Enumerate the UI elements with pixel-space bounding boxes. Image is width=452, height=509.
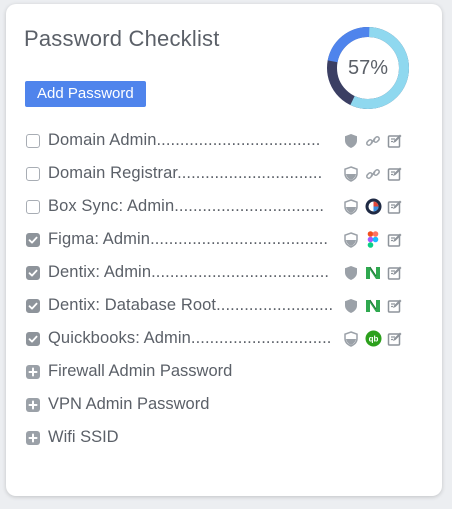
edit-icon[interactable]: [386, 231, 404, 249]
plus-icon[interactable]: [26, 430, 40, 445]
shield-solid-icon[interactable]: [342, 297, 360, 315]
edit-icon[interactable]: [386, 165, 404, 183]
password-row-label[interactable]: Quickbooks: Admin.......................…: [48, 329, 340, 348]
checkbox-checked[interactable]: [26, 298, 40, 313]
password-row-label[interactable]: Domain Registrar........................…: [48, 164, 340, 183]
password-checklist-card: Password Checklist Add Password 57% Doma…: [6, 4, 442, 496]
dentix-icon[interactable]: [364, 264, 382, 282]
shield-half-icon[interactable]: [342, 165, 360, 183]
suggestion-row[interactable]: Firewall Admin Password: [26, 355, 416, 388]
dentix-icon[interactable]: [364, 297, 382, 315]
password-row: Domain Admin............................…: [26, 124, 416, 157]
figma-icon[interactable]: [364, 231, 382, 249]
checkbox[interactable]: [26, 199, 40, 214]
edit-icon[interactable]: [386, 198, 404, 216]
checkbox[interactable]: [26, 133, 40, 148]
edit-icon[interactable]: [386, 264, 404, 282]
password-row: Dentix: Admin...........................…: [26, 256, 416, 289]
password-row-label[interactable]: Dentix: Database Root...................…: [48, 296, 340, 315]
suggestion-row[interactable]: Wifi SSID: [26, 421, 416, 454]
suggestion-row[interactable]: VPN Admin Password: [26, 388, 416, 421]
plus-icon[interactable]: [26, 397, 40, 412]
suggestion-label[interactable]: Wifi SSID: [48, 428, 119, 447]
add-password-button[interactable]: Add Password: [25, 81, 146, 107]
progress-percent: 57%: [347, 56, 389, 79]
password-row-label[interactable]: Dentix: Admin...........................…: [48, 263, 340, 282]
suggestion-label[interactable]: Firewall Admin Password: [48, 362, 232, 381]
page-title: Password Checklist: [24, 26, 220, 51]
shield-half-icon[interactable]: [342, 198, 360, 216]
shield-solid-icon[interactable]: [342, 264, 360, 282]
checkbox[interactable]: [26, 166, 40, 181]
row-icons: [342, 198, 404, 216]
password-row-label[interactable]: Domain Admin............................…: [48, 131, 340, 150]
password-row-label[interactable]: Figma: Admin............................…: [48, 230, 340, 249]
row-icons: [342, 297, 404, 315]
password-row-label[interactable]: Box Sync: Admin.........................…: [48, 197, 340, 216]
password-row: Domain Registrar........................…: [26, 157, 416, 190]
row-icons: [342, 165, 404, 183]
row-icons: [342, 264, 404, 282]
edit-icon[interactable]: [386, 297, 404, 315]
checkbox-checked[interactable]: [26, 331, 40, 346]
password-row: Box Sync: Admin.........................…: [26, 190, 416, 223]
edit-icon[interactable]: [386, 330, 404, 348]
password-row: Figma: Admin............................…: [26, 223, 416, 256]
row-icons: qb: [342, 330, 404, 348]
plus-icon[interactable]: [26, 364, 40, 379]
row-icons: [342, 132, 404, 150]
edit-icon[interactable]: [386, 132, 404, 150]
checkbox-checked[interactable]: [26, 232, 40, 247]
checkbox-checked[interactable]: [26, 265, 40, 280]
box-sync-icon[interactable]: [364, 198, 382, 216]
link-icon[interactable]: [364, 165, 382, 183]
shield-half-icon[interactable]: [342, 231, 360, 249]
password-row: Quickbooks: Admin.......................…: [26, 322, 416, 355]
shield-solid-icon[interactable]: [342, 132, 360, 150]
password-row: Dentix: Database Root...................…: [26, 289, 416, 322]
svg-text:qb: qb: [368, 335, 378, 344]
password-list: Domain Admin............................…: [26, 124, 416, 454]
row-icons: [342, 231, 404, 249]
link-icon[interactable]: [364, 132, 382, 150]
suggestion-label[interactable]: VPN Admin Password: [48, 395, 209, 414]
shield-half-icon[interactable]: [342, 330, 360, 348]
quickbooks-icon[interactable]: qb: [364, 330, 382, 348]
